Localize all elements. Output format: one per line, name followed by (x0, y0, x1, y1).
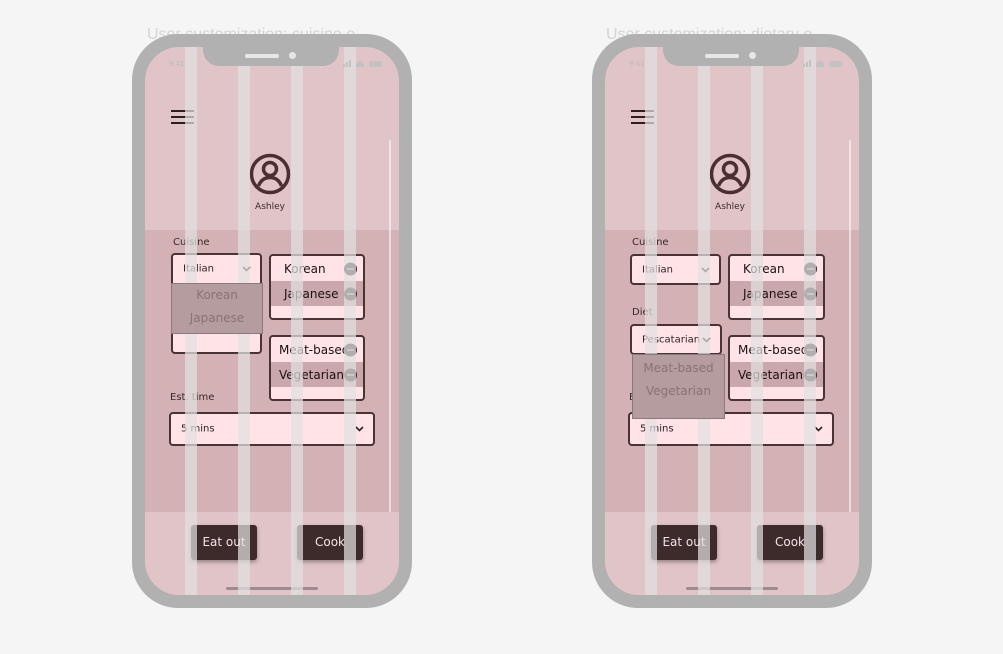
minus-circle-icon[interactable] (344, 287, 357, 300)
cuisine-label: Cuisine (173, 237, 210, 248)
chip-vegetarian: Vegetarian (730, 362, 823, 387)
minus-circle-icon[interactable] (344, 343, 357, 356)
dropdown-option[interactable]: Vegetarian (633, 380, 724, 403)
scrollbar[interactable] (389, 140, 391, 512)
cook-button[interactable]: Cook (757, 525, 823, 560)
status-time: 9:41 (629, 60, 645, 68)
chevron-down-icon (702, 336, 711, 343)
minus-circle-icon[interactable] (804, 262, 817, 275)
est-time-select[interactable]: 5 mins (169, 412, 375, 446)
battery-icon (829, 61, 842, 67)
cuisine-select[interactable]: Italian (630, 254, 721, 285)
user-circle-icon[interactable] (249, 153, 291, 195)
chip-label: Japanese (743, 286, 798, 301)
est-time-label: Est. time (170, 392, 215, 403)
user-name: Ashley (715, 202, 745, 212)
eat-out-button[interactable]: Eat out (651, 525, 717, 560)
chip-meat-based: Meat-based (271, 337, 363, 362)
status-time: 9:41 (169, 60, 185, 68)
chip-label: Meat-based (279, 342, 350, 357)
home-indicator (686, 587, 778, 590)
cook-button[interactable]: Cook (297, 525, 363, 560)
dropdown-option[interactable]: Korean (172, 284, 262, 307)
chevron-down-icon (701, 266, 710, 273)
diet-select[interactable]: Pescatarian (630, 324, 722, 355)
phone-frame-cuisine: 9:41 Ashley Cuisine Italian Korean Japan… (132, 34, 412, 608)
minus-circle-icon[interactable] (344, 368, 357, 381)
chevron-down-icon (242, 266, 251, 272)
cuisine-selected-value: Italian (183, 263, 215, 275)
chevron-down-icon (355, 426, 364, 432)
minus-circle-icon[interactable] (804, 368, 817, 381)
chip-label: Korean (284, 261, 326, 276)
est-time-selected-value: 5 mins (640, 423, 674, 435)
hamburger-icon[interactable] (171, 109, 194, 125)
chip-label: Japanese (284, 286, 339, 301)
hamburger-icon[interactable] (631, 109, 654, 125)
chip-meat-based: Meat-based (730, 337, 823, 362)
status-icons (343, 59, 383, 67)
user-name: Ashley (255, 202, 285, 212)
chip-korean: Korean (730, 256, 823, 281)
scrollbar[interactable] (849, 140, 851, 512)
home-indicator (226, 587, 318, 590)
battery-icon (369, 61, 382, 67)
minus-circle-icon[interactable] (804, 343, 817, 356)
chip-japanese: Japanese (271, 281, 363, 306)
eat-out-button[interactable]: Eat out (191, 525, 257, 560)
chip-japanese: Japanese (730, 281, 823, 306)
chip-korean: Korean (271, 256, 363, 281)
dropdown-option[interactable]: Meat-based (633, 357, 724, 380)
chip-label: Korean (743, 261, 785, 276)
device-notch (203, 47, 339, 66)
chip-label: Vegetarian (279, 367, 344, 382)
wifi-icon (356, 61, 364, 67)
diet-selected-value: Pescatarian (642, 334, 701, 345)
chip-vegetarian: Vegetarian (271, 362, 363, 387)
device-notch (663, 47, 799, 66)
cuisine-chip-list: Korean Japanese (269, 254, 365, 320)
diet-dropdown-menu: Meat-based Vegetarian (632, 354, 725, 419)
wifi-icon (816, 61, 824, 67)
chip-label: Meat-based (738, 342, 809, 357)
chip-label: Vegetarian (738, 367, 803, 382)
user-circle-icon[interactable] (709, 153, 751, 195)
cuisine-label: Cuisine (632, 237, 669, 248)
est-time-selected-value: 5 mins (181, 423, 215, 435)
phone-frame-diet: 9:41 Ashley Cuisine Italian Korean Japan… (592, 34, 872, 608)
minus-circle-icon[interactable] (344, 262, 357, 275)
diet-chip-list: Meat-based Vegetarian (269, 335, 365, 401)
cuisine-dropdown-menu: Korean Japanese (171, 283, 263, 334)
cuisine-selected-value: Italian (642, 264, 674, 275)
phone-screen: 9:41 Ashley Cuisine Italian Korean Japan… (605, 47, 859, 595)
chevron-down-icon (814, 426, 823, 432)
phone-screen: 9:41 Ashley Cuisine Italian Korean Japan… (145, 47, 399, 595)
cuisine-chip-list: Korean Japanese (728, 254, 825, 320)
diet-chip-list: Meat-based Vegetarian (728, 335, 825, 401)
minus-circle-icon[interactable] (804, 287, 817, 300)
diet-label: Diet (632, 307, 653, 318)
status-icons (803, 59, 843, 67)
dropdown-option[interactable]: Japanese (172, 307, 262, 330)
